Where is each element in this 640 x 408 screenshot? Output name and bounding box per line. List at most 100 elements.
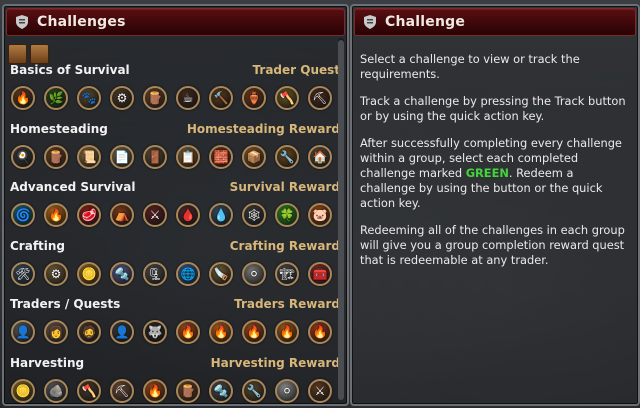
group-reward-link[interactable]: Homesteading Reward — [187, 122, 340, 136]
challenge-icon[interactable]: 🪵 — [143, 86, 167, 110]
challenge-icon[interactable]: 🪙 — [11, 378, 35, 403]
challenge-icon[interactable]: 🐷 — [308, 203, 332, 227]
challenge-icon[interactable]: 🔥 — [275, 320, 299, 344]
challenge-icon[interactable]: 👩 — [44, 320, 68, 344]
challenge-icon[interactable]: 👤 — [110, 320, 134, 344]
challenge-icon[interactable]: 🍳 — [11, 144, 35, 169]
challenge-icon[interactable]: 🩸 — [176, 203, 200, 227]
scrollbar-thumb[interactable] — [338, 40, 344, 400]
challenge-icon[interactable]: 🌿 — [44, 86, 68, 110]
challenge-icon[interactable]: 💧 — [209, 203, 233, 227]
group-name: Homesteading — [10, 121, 108, 136]
challenge-icon-row: 🌀 🔥 🥩 ⛺ ⚔ 🩸 💧 🕸 🍀 🐷 — [11, 203, 340, 227]
challenges-header: Challenges — [6, 8, 345, 36]
challenge-icon[interactable]: 🏺 — [242, 86, 266, 110]
challenge-icon[interactable]: ⚙ — [44, 261, 68, 286]
challenge-icon[interactable]: 📄 — [110, 144, 134, 169]
challenge-icon[interactable]: 🧰 — [308, 261, 332, 286]
challenge-icon[interactable]: ⛏ — [110, 378, 134, 403]
shield-icon — [363, 14, 377, 30]
challenge-icon[interactable]: 🚪 — [143, 144, 167, 169]
challenge-icon[interactable]: ☕ — [176, 86, 200, 110]
challenge-icon[interactable]: 📋 — [176, 144, 200, 169]
challenge-icon[interactable]: 🏗 — [275, 261, 299, 286]
challenge-detail-panel: Challenge Select a challenge to view or … — [350, 4, 640, 406]
group-reward-link[interactable]: Trader Quest — [253, 63, 340, 77]
challenge-instructions: Select a challenge to view or track the … — [360, 52, 632, 280]
challenge-icon[interactable]: 🗜 — [143, 261, 167, 286]
group-name: Basics of Survival — [10, 63, 130, 77]
challenge-icon[interactable]: 🪓 — [275, 86, 299, 110]
challenge-icon[interactable]: 🥩 — [77, 203, 101, 227]
challenge-icon[interactable]: 🪵 — [176, 378, 200, 403]
challenge-icon[interactable]: ⚔ — [308, 378, 332, 403]
challenge-icon[interactable]: 🪙 — [77, 261, 101, 286]
challenge-icon[interactable]: 🍀 — [275, 203, 299, 227]
challenge-icon[interactable]: ⛺ — [110, 203, 134, 227]
challenge-icon[interactable]: 📜 — [77, 144, 101, 169]
challenge-icon[interactable]: 🔧 — [242, 378, 266, 403]
challenge-icon-row: 🍳 🪵 📜 📄 🚪 📋 🧱 📦 🔧 🏠 — [11, 144, 340, 169]
challenge-icon[interactable]: 🧱 — [209, 144, 233, 169]
group-header: Basics of Survival Trader Quest — [10, 62, 340, 78]
group-header: Crafting Crafting Reward — [10, 238, 340, 254]
challenge-icon[interactable]: 🪓 — [77, 378, 101, 403]
challenge-icon[interactable]: 🔥 — [176, 320, 200, 344]
challenge-icon[interactable]: 🔥 — [209, 320, 233, 344]
group-reward-link[interactable]: Traders Reward — [234, 297, 340, 311]
challenge-icon[interactable]: 🪚 — [209, 261, 233, 286]
challenge-icon[interactable]: 🐾 — [77, 86, 101, 110]
challenge-icon[interactable]: 🌀 — [11, 203, 35, 227]
instruction-paragraph: Track a challenge by pressing the Track … — [360, 94, 632, 124]
group-reward-link[interactable]: Survival Reward — [230, 180, 340, 194]
challenge-icon[interactable]: 🔩 — [110, 261, 134, 286]
challenges-panel: Challenges Basics of Survival Trader Ques… — [2, 4, 349, 406]
group-reward-link[interactable]: Harvesting Reward — [211, 356, 340, 370]
challenge-group: Basics of Survival Trader Quest 🔥 🌿 🐾 ⚙ 🪵 ☕ 🔨 🏺 🪓 ⛏ — [10, 62, 340, 110]
challenge-icon[interactable]: 🔥 — [242, 320, 266, 344]
challenge-icon-row: 👤 👩 🧔 👤 🐺 🔥 🔥 🔥 🔥 🔥 — [11, 320, 340, 344]
challenge-icon[interactable]: ⚙ — [110, 86, 134, 110]
challenge-icon[interactable]: 🧔 — [77, 320, 101, 344]
group-badges — [8, 44, 49, 64]
group-reward-link[interactable]: Crafting Reward — [230, 239, 340, 253]
group-header: Homesteading Homesteading Reward — [10, 121, 340, 137]
challenge-icon[interactable]: 🪵 — [44, 144, 68, 169]
group-name: Harvesting — [10, 355, 85, 370]
challenge-group: Homesteading Homesteading Reward 🍳 🪵 📜 📄 🚪 📋 🧱 📦 🔧… — [10, 121, 340, 169]
challenge-group: Advanced Survival Survival Reward 🌀 🔥 🥩 ⛺ ⚔ 🩸 💧 🕸… — [10, 179, 340, 227]
challenge-title: Challenge — [385, 14, 466, 30]
challenge-icon-row: 🛠 ⚙ 🪙 🔩 🗜 🌐 🪚 ⚪ 🏗 🧰 — [11, 261, 340, 286]
challenge-icon[interactable]: 🔥 — [44, 203, 68, 227]
challenge-icon[interactable]: ⚪ — [242, 261, 266, 286]
challenge-icon[interactable]: 🔥 — [143, 378, 167, 403]
challenge-icon[interactable]: ⚪ — [275, 378, 299, 403]
challenge-icon[interactable]: 🌐 — [176, 261, 200, 286]
badge-icon[interactable] — [8, 44, 27, 64]
challenge-icon[interactable]: 👤 — [11, 320, 35, 344]
challenge-icon[interactable]: 🔩 — [209, 378, 233, 403]
group-name: Crafting — [10, 238, 66, 253]
challenge-icon[interactable]: ⛏ — [308, 86, 332, 110]
challenge-icon[interactable]: 📦 — [242, 144, 266, 169]
group-header: Harvesting Harvesting Reward — [10, 355, 340, 371]
challenge-icon[interactable]: 🔨 — [209, 86, 233, 110]
challenge-group: Crafting Crafting Reward 🛠 ⚙ 🪙 🔩 🗜 🌐 🪚 ⚪ 🏗 🧰 — [10, 238, 340, 286]
challenge-icon-row: 🪙 🪨 🪓 ⛏ 🔥 🪵 🔩 🔧 ⚪ ⚔ — [11, 378, 340, 403]
challenge-icon[interactable]: 🔧 — [275, 144, 299, 169]
instruction-text: Select a challenge to view or track the … — [360, 52, 580, 81]
instruction-text: Track a challenge by pressing the Track … — [360, 94, 626, 123]
group-name: Traders / Quests — [10, 297, 121, 311]
challenge-icon[interactable]: 🪨 — [44, 378, 68, 403]
badge-icon[interactable] — [30, 44, 49, 64]
challenge-icon[interactable]: 🔥 — [308, 320, 332, 344]
challenge-icon[interactable]: 🕸 — [242, 203, 266, 227]
challenge-icon[interactable]: 🛠 — [11, 261, 35, 286]
challenge-icon[interactable]: ⚔ — [143, 203, 167, 227]
challenge-icon[interactable]: 🔥 — [11, 86, 35, 110]
group-name: Advanced Survival — [10, 180, 136, 194]
scrollbar[interactable] — [338, 38, 344, 400]
challenge-header: Challenge — [354, 8, 636, 36]
challenge-icon[interactable]: 🏠 — [308, 144, 332, 169]
challenge-icon[interactable]: 🐺 — [143, 320, 167, 344]
